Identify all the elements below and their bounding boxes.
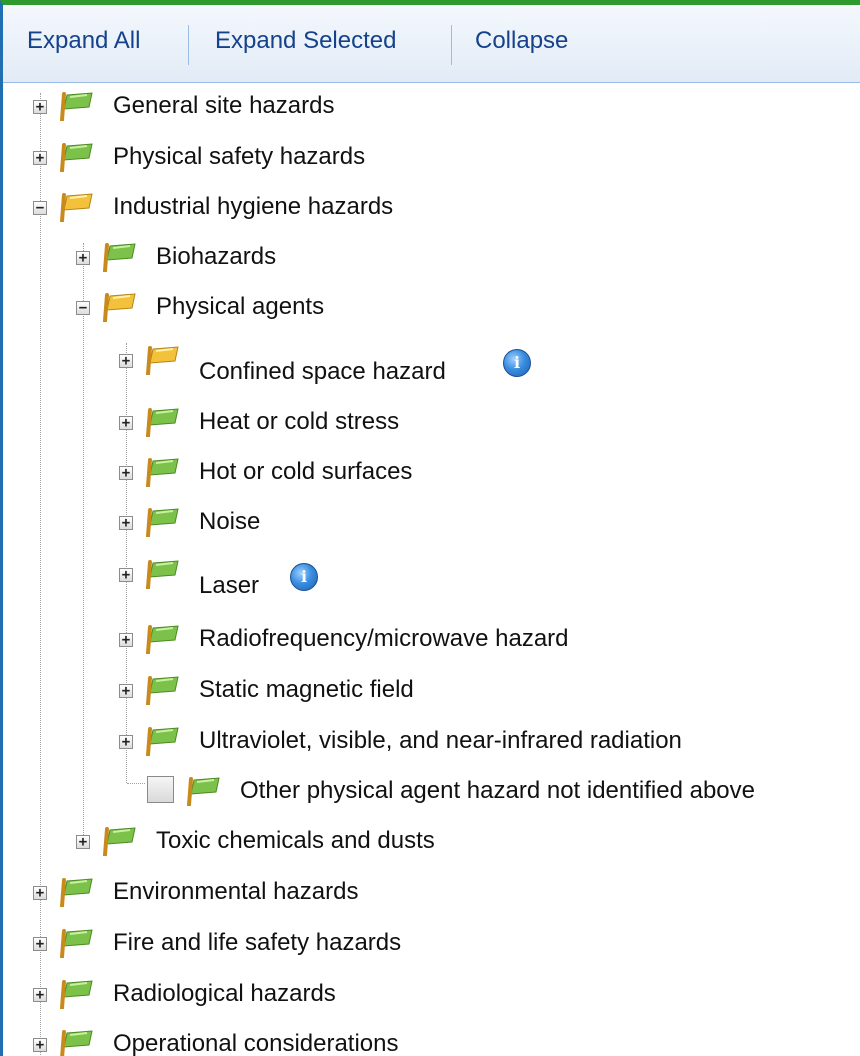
tree-node-label[interactable]: Toxic chemicals and dusts — [156, 827, 435, 855]
collapse-toggle[interactable]: − — [76, 301, 90, 315]
expand-toggle[interactable]: + — [119, 568, 133, 582]
expand-toggle[interactable]: + — [119, 416, 133, 430]
green-flag-icon — [60, 92, 93, 121]
tree-node-label[interactable]: Static magnetic field — [199, 676, 414, 704]
info-icon[interactable]: i — [503, 349, 531, 377]
green-flag-icon — [60, 143, 93, 172]
tree-node-static-magnetic-field[interactable]: + Static magnetic field — [3, 671, 860, 719]
green-flag-icon — [60, 980, 93, 1009]
tree-node-ultraviolet-radiation[interactable]: + Ultraviolet, visible, and near-infrare… — [3, 722, 860, 770]
green-flag-icon — [103, 243, 136, 272]
tree-node-label[interactable]: Fire and life safety hazards — [113, 929, 401, 957]
tree-node-label[interactable]: General site hazards — [113, 92, 334, 120]
tree-node-hot-or-cold-surfaces[interactable]: + Hot or cold surfaces — [3, 453, 860, 501]
tree-node-radiofrequency-microwave-hazard[interactable]: + Radiofrequency/microwave hazard — [3, 620, 860, 668]
green-flag-icon — [60, 1030, 93, 1056]
expand-toggle[interactable]: + — [33, 886, 47, 900]
toolbar-separator — [451, 25, 452, 65]
expand-toggle[interactable]: + — [119, 684, 133, 698]
expand-toggle[interactable]: + — [33, 937, 47, 951]
green-flag-icon — [146, 560, 179, 589]
tree-node-label[interactable]: Radiological hazards — [113, 980, 336, 1008]
yellow-flag-icon — [146, 346, 179, 375]
green-flag-icon — [103, 827, 136, 856]
green-flag-icon — [146, 458, 179, 487]
green-flag-icon — [146, 625, 179, 654]
tree-node-fire-and-life-safety-hazards[interactable]: + Fire and life safety hazards — [3, 924, 860, 972]
tree-node-environmental-hazards[interactable]: + Environmental hazards — [3, 873, 860, 921]
green-flag-icon — [60, 878, 93, 907]
green-flag-icon — [60, 929, 93, 958]
tree-node-biohazards[interactable]: + Biohazards — [3, 238, 860, 286]
expand-selected-button[interactable]: Expand Selected — [215, 27, 396, 55]
tree-node-label[interactable]: Biohazards — [156, 243, 276, 271]
collapse-button[interactable]: Collapse — [475, 27, 568, 55]
tree-node-label[interactable]: Ultraviolet, visible, and near-infrared … — [199, 727, 682, 755]
hazard-tree-panel: Expand All Expand Selected Collapse + Ge… — [0, 0, 860, 1056]
tree-node-physical-safety-hazards[interactable]: + Physical safety hazards — [3, 138, 860, 186]
tree-node-other-physical-agent-hazard[interactable]: Other physical agent hazard not identifi… — [3, 772, 860, 820]
info-icon[interactable]: i — [290, 563, 318, 591]
expand-all-button[interactable]: Expand All — [27, 27, 140, 55]
green-flag-icon — [146, 408, 179, 437]
tree-node-operational-considerations[interactable]: + Operational considerations — [3, 1025, 860, 1056]
expand-toggle[interactable]: + — [119, 466, 133, 480]
tree-node-label[interactable]: Industrial hygiene hazards — [113, 193, 393, 221]
tree-node-label[interactable]: Hot or cold surfaces — [199, 458, 412, 486]
tree-node-noise[interactable]: + Noise — [3, 503, 860, 551]
tree-node-label[interactable]: Confined space hazard — [199, 358, 446, 386]
hazard-checkbox[interactable] — [147, 776, 174, 803]
tree-node-laser[interactable]: + Laser i — [3, 555, 860, 613]
expand-toggle[interactable]: + — [33, 1038, 47, 1052]
hazard-tree: + General site hazards + Physical safety… — [3, 83, 860, 1056]
tree-node-radiological-hazards[interactable]: + Radiological hazards — [3, 975, 860, 1023]
toolbar-separator — [188, 25, 189, 65]
yellow-flag-icon — [60, 193, 93, 222]
tree-node-toxic-chemicals-and-dusts[interactable]: + Toxic chemicals and dusts — [3, 822, 860, 870]
tree-node-label[interactable]: Operational considerations — [113, 1030, 399, 1056]
green-flag-icon — [146, 508, 179, 537]
tree-node-label[interactable]: Physical agents — [156, 293, 324, 321]
tree-node-label[interactable]: Laser — [199, 572, 259, 600]
tree-node-confined-space-hazard[interactable]: + Confined space hazard i — [3, 341, 860, 399]
green-flag-icon — [146, 727, 179, 756]
expand-toggle[interactable]: + — [119, 633, 133, 647]
tree-node-label[interactable]: Heat or cold stress — [199, 408, 399, 436]
expand-toggle[interactable]: + — [33, 988, 47, 1002]
tree-node-general-site-hazards[interactable]: + General site hazards — [3, 87, 860, 135]
tree-node-industrial-hygiene-hazards[interactable]: − Industrial hygiene hazards — [3, 188, 860, 236]
collapse-toggle[interactable]: − — [33, 201, 47, 215]
expand-toggle[interactable]: + — [33, 100, 47, 114]
tree-node-heat-or-cold-stress[interactable]: + Heat or cold stress — [3, 403, 860, 451]
expand-toggle[interactable]: + — [76, 251, 90, 265]
expand-toggle[interactable]: + — [76, 835, 90, 849]
yellow-flag-icon — [103, 293, 136, 322]
tree-toolbar: Expand All Expand Selected Collapse — [3, 5, 860, 83]
tree-node-label[interactable]: Other physical agent hazard not identifi… — [240, 777, 755, 805]
expand-toggle[interactable]: + — [119, 354, 133, 368]
expand-toggle[interactable]: + — [119, 516, 133, 530]
tree-node-physical-agents[interactable]: − Physical agents — [3, 288, 860, 336]
expand-toggle[interactable]: + — [119, 735, 133, 749]
tree-node-label[interactable]: Noise — [199, 508, 260, 536]
tree-node-label[interactable]: Physical safety hazards — [113, 143, 365, 171]
tree-node-label[interactable]: Radiofrequency/microwave hazard — [199, 625, 569, 653]
green-flag-icon — [146, 676, 179, 705]
expand-toggle[interactable]: + — [33, 151, 47, 165]
green-flag-icon — [187, 777, 220, 806]
tree-node-label[interactable]: Environmental hazards — [113, 878, 358, 906]
